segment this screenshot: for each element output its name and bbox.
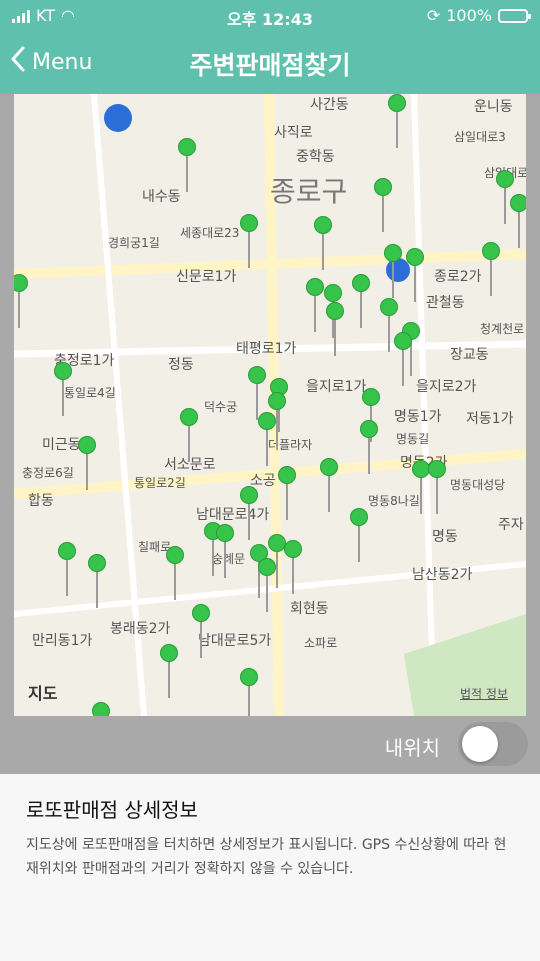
map-label: 미근동 bbox=[42, 437, 81, 453]
maps-logo: 지도 bbox=[28, 680, 57, 704]
map-label: 정동 bbox=[168, 357, 194, 373]
status-right: ⟳ 100% bbox=[426, 6, 531, 25]
map-label: 덕수궁 bbox=[204, 400, 238, 414]
toggle-knob bbox=[462, 726, 498, 762]
lotto-store-pin[interactable] bbox=[326, 302, 344, 358]
page-title: 주변판매점찾기 bbox=[189, 51, 351, 80]
lotto-store-pin[interactable] bbox=[406, 248, 424, 304]
map-label: 사간동 bbox=[310, 97, 349, 113]
map-label: 세종대로23 bbox=[180, 226, 240, 240]
lotto-store-pin[interactable] bbox=[306, 278, 324, 334]
status-bar: KT ◠ 오후 12:43 ⟳ 100% bbox=[0, 0, 540, 32]
lotto-store-pin[interactable] bbox=[428, 460, 446, 516]
lotto-store-pin[interactable] bbox=[374, 178, 392, 234]
map-label: 명동길 bbox=[396, 432, 430, 446]
info-description: 지도상에 로또판매점을 터치하면 상세정보가 표시됩니다. GPS 수신상황에 … bbox=[26, 837, 507, 877]
map-label: 합동 bbox=[28, 493, 54, 509]
map-label: 저동1가 bbox=[466, 411, 514, 427]
lotto-store-pin[interactable] bbox=[388, 94, 406, 150]
map-label: 명동 bbox=[432, 529, 458, 545]
my-location-label: 내위치 bbox=[384, 736, 440, 760]
lotto-store-pin[interactable] bbox=[482, 242, 500, 298]
rotation-lock-icon: ⟳ bbox=[426, 6, 441, 25]
lotto-store-pin[interactable] bbox=[160, 644, 178, 700]
map-label: 사직로 bbox=[274, 125, 313, 141]
lotto-store-pin[interactable] bbox=[14, 274, 28, 330]
map-label: 주자 bbox=[498, 517, 524, 533]
lotto-store-pin[interactable] bbox=[240, 486, 258, 542]
map-label: 을지로1가 bbox=[306, 379, 367, 395]
lotto-store-pin[interactable] bbox=[78, 436, 96, 492]
lotto-store-pin[interactable] bbox=[240, 214, 258, 270]
lotto-store-pin[interactable] bbox=[350, 508, 368, 564]
lotto-store-pin[interactable] bbox=[394, 332, 412, 388]
lotto-store-pin[interactable] bbox=[384, 244, 402, 300]
map-label: 통일로2길 bbox=[134, 476, 186, 490]
my-location-toggle[interactable] bbox=[458, 722, 528, 766]
map-label: 내수동 bbox=[142, 189, 181, 205]
map-label: 종로구 bbox=[270, 175, 348, 208]
battery-percent: 100% bbox=[446, 6, 492, 25]
map-label: 장교동 bbox=[450, 347, 489, 363]
navigation-bar: Menu 주변판매점찾기 bbox=[0, 32, 540, 94]
lotto-store-pin[interactable] bbox=[360, 420, 378, 476]
lotto-store-pin[interactable] bbox=[320, 458, 338, 514]
lotto-store-pin[interactable] bbox=[192, 604, 210, 660]
map-label: 을지로2가 bbox=[416, 379, 477, 395]
lotto-store-pin[interactable] bbox=[258, 412, 276, 468]
map-label: 운니동 bbox=[474, 99, 513, 115]
map-label: 남대문로4가 bbox=[196, 507, 270, 523]
lotto-store-pin[interactable] bbox=[314, 216, 332, 272]
map-label: 경희궁1길 bbox=[108, 236, 160, 250]
map-label: 청계천로 bbox=[480, 322, 525, 336]
map-label: 봉래동2가 bbox=[110, 621, 171, 637]
map-label: 명동1가 bbox=[394, 409, 442, 425]
info-panel: 로또판매점 상세정보 지도상에 로또판매점을 터치하면 상세정보가 표시됩니다.… bbox=[0, 774, 540, 961]
lotto-store-pin[interactable] bbox=[278, 466, 296, 522]
lotto-store-pin[interactable] bbox=[178, 138, 196, 194]
map-label: 관철동 bbox=[426, 295, 465, 311]
lotto-store-pin[interactable] bbox=[510, 194, 526, 250]
map-view[interactable]: 사간동 운니동 사직로 삼일대로3 중학동 내수동 종로구 삼일대로 세종대로2… bbox=[14, 94, 526, 716]
map-label: 삼일대로3 bbox=[454, 130, 506, 144]
lotto-store-pin[interactable] bbox=[240, 668, 258, 716]
lotto-store-pin[interactable] bbox=[216, 524, 234, 580]
lotto-store-pin[interactable] bbox=[284, 540, 302, 596]
legal-info-link[interactable]: 법적 정보 bbox=[460, 685, 508, 702]
lotto-store-pin[interactable] bbox=[54, 362, 72, 418]
map-label: 만리동1가 bbox=[32, 633, 93, 649]
lotto-store-pin[interactable] bbox=[92, 702, 110, 716]
maps-logo-text: 지도 bbox=[28, 684, 58, 703]
map-label: 명동대성당 bbox=[450, 478, 506, 492]
my-location-row: 내위치 bbox=[0, 716, 540, 774]
map-label: 충정로6길 bbox=[22, 466, 74, 480]
map-container: 사간동 운니동 사직로 삼일대로3 중학동 내수동 종로구 삼일대로 세종대로2… bbox=[0, 94, 540, 774]
lotto-store-pin[interactable] bbox=[180, 408, 198, 464]
map-label: 태평로1가 bbox=[236, 341, 297, 357]
lotto-store-pin[interactable] bbox=[88, 554, 106, 610]
map-label: 종로2가 bbox=[434, 269, 482, 285]
map-label: 신문로1가 bbox=[176, 269, 237, 285]
map-label: 남산동2가 bbox=[412, 567, 473, 583]
info-title: 로또판매점 상세정보 bbox=[26, 798, 198, 822]
map-label: 회현동 bbox=[290, 601, 329, 617]
map-label: 소파로 bbox=[304, 636, 338, 650]
lotto-store-pin[interactable] bbox=[58, 542, 76, 598]
lotto-store-pin[interactable] bbox=[166, 546, 184, 602]
lotto-store-pin[interactable] bbox=[352, 274, 370, 330]
map-label: 중학동 bbox=[296, 149, 335, 165]
lotto-store-pin[interactable] bbox=[258, 558, 276, 614]
battery-icon bbox=[498, 8, 531, 23]
